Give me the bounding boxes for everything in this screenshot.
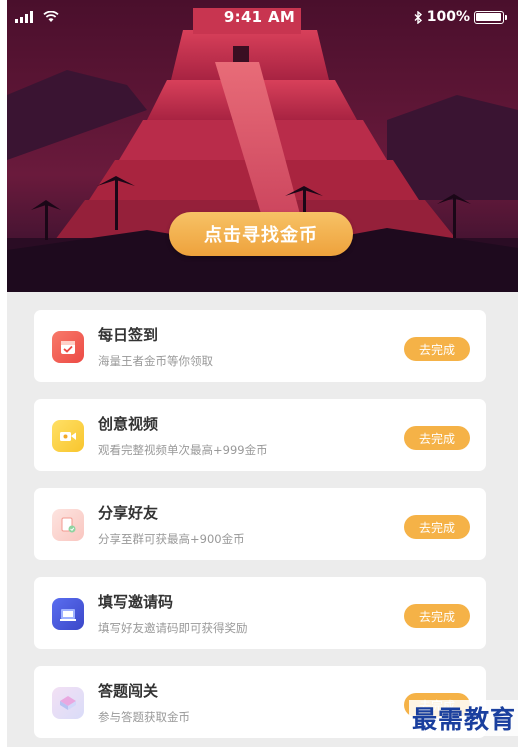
battery-percent: 100%: [426, 9, 470, 25]
bluetooth-icon: [414, 10, 422, 24]
video-icon: [52, 420, 84, 452]
watermark: 最需教育: [409, 700, 520, 736]
task-desc: 分享至群可获最高+900金币: [98, 532, 245, 546]
quiz-icon: [52, 687, 84, 719]
status-bar: 9:41 AM 100%: [7, 0, 518, 34]
complete-button[interactable]: 去完成: [404, 515, 470, 539]
complete-button[interactable]: 去完成: [404, 426, 470, 450]
task-desc: 观看完整视频单次最高+999金币: [98, 443, 268, 457]
status-time: 9:41 AM: [223, 8, 296, 26]
task-desc: 填写好友邀请码即可获得奖励: [98, 621, 248, 635]
task-title: 创意视频: [98, 415, 159, 433]
complete-button[interactable]: 去完成: [404, 604, 470, 628]
app-screen: 9:41 AM 100% 点击寻找金币 每日签到 海量王者金币等你领取 去完成: [7, 0, 518, 747]
task-title: 填写邀请码: [98, 593, 174, 611]
task-desc: 参与答题获取金币: [98, 710, 190, 724]
task-title: 分享好友: [98, 504, 159, 522]
task-card-video[interactable]: 创意视频 观看完整视频单次最高+999金币 去完成: [34, 399, 486, 471]
find-coins-button[interactable]: 点击寻找金币: [169, 212, 353, 256]
task-card-checkin[interactable]: 每日签到 海量王者金币等你领取 去完成: [34, 310, 486, 382]
task-card-invite-code[interactable]: 填写邀请码 填写好友邀请码即可获得奖励 去完成: [34, 577, 486, 649]
share-icon: [52, 509, 84, 541]
invite-code-icon: [52, 598, 84, 630]
wifi-icon: [43, 11, 59, 22]
task-desc: 海量王者金币等你领取: [98, 354, 213, 368]
complete-button[interactable]: 去完成: [404, 337, 470, 361]
task-title: 每日签到: [98, 326, 159, 344]
task-title: 答题闯关: [98, 682, 159, 700]
calendar-checkin-icon: [52, 331, 84, 363]
task-card-share[interactable]: 分享好友 分享至群可获最高+900金币 去完成: [34, 488, 486, 560]
hero-banner: 9:41 AM 100% 点击寻找金币: [7, 0, 518, 292]
signal-icon: [15, 11, 33, 23]
battery-icon: [473, 10, 507, 24]
